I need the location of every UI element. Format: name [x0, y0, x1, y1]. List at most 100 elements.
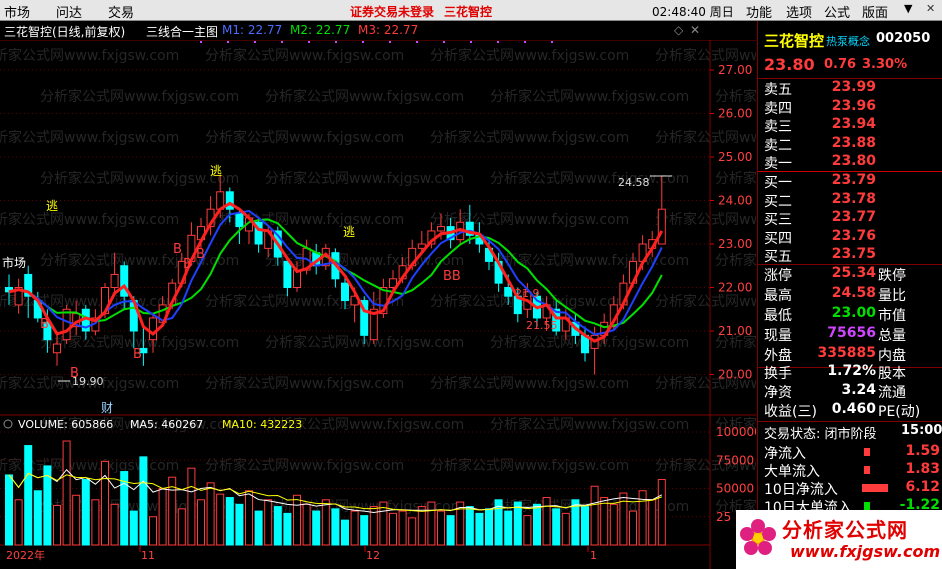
quote-concept[interactable]: 热泵概念 — [826, 33, 870, 49]
volume-bar[interactable] — [81, 478, 90, 546]
volume-bar[interactable] — [158, 488, 167, 546]
volume-bar[interactable] — [72, 494, 81, 546]
volume-bar[interactable] — [485, 508, 493, 546]
candle-body[interactable] — [235, 213, 244, 228]
volume-bar[interactable] — [389, 512, 397, 546]
marker-dot — [308, 41, 310, 43]
volume-bar[interactable] — [129, 510, 138, 546]
logo-url: www.fxjgsw.com — [790, 542, 941, 561]
menu-trade[interactable]: 交易 — [108, 2, 134, 21]
volume-bar[interactable] — [14, 499, 23, 546]
indicator-name[interactable]: 三线合一主图 — [146, 23, 218, 40]
volume-bar[interactable] — [245, 490, 253, 546]
menu-function[interactable]: 功能 — [746, 2, 772, 21]
marker-dot — [524, 41, 526, 43]
volume-bar[interactable] — [523, 515, 532, 546]
dropdown-icon[interactable]: ▼ — [904, 2, 912, 15]
volume-bar[interactable] — [350, 510, 359, 546]
close-indicator-icon[interactable]: ✕ — [690, 23, 700, 37]
menu-layout[interactable]: 版面 — [862, 2, 888, 21]
stat2-row-1-value: 3.24 — [841, 382, 876, 398]
candle-body[interactable] — [53, 343, 61, 354]
volume-bar[interactable] — [101, 460, 109, 546]
volume-bar[interactable] — [379, 501, 388, 546]
bid-row-5-label: 买五 — [764, 249, 792, 265]
volume-bar[interactable] — [398, 510, 407, 546]
volume-bar[interactable] — [149, 516, 157, 546]
volume-bar[interactable] — [254, 510, 263, 546]
volume-bar[interactable] — [657, 478, 666, 546]
volume-bar[interactable] — [542, 497, 551, 546]
volume-bar[interactable] — [120, 471, 129, 546]
volume-bar[interactable] — [581, 506, 589, 546]
volume-bar[interactable] — [331, 508, 340, 546]
volume-bar[interactable] — [62, 440, 71, 546]
volume-bar[interactable] — [648, 499, 657, 546]
volume-bar[interactable] — [513, 501, 522, 546]
candle-body[interactable] — [341, 282, 349, 302]
volume-bar[interactable] — [600, 497, 609, 546]
volume-bar[interactable] — [561, 512, 570, 546]
volume-bar[interactable] — [273, 506, 282, 546]
volume-bar[interactable] — [235, 503, 244, 546]
volume-bar[interactable] — [341, 519, 349, 546]
menu-formula[interactable]: 公式 — [824, 2, 850, 21]
volume-bar[interactable] — [216, 493, 225, 546]
volume-bar[interactable] — [24, 445, 33, 546]
diamond-icon[interactable]: ◇ — [674, 23, 683, 37]
volume-bar[interactable] — [321, 499, 330, 546]
candle-body[interactable] — [283, 260, 292, 288]
candle-body[interactable] — [149, 317, 157, 341]
menu-wenda[interactable]: 问达 — [56, 2, 82, 21]
menu-market[interactable]: 市场 — [4, 2, 30, 21]
candle-body[interactable] — [657, 208, 666, 245]
volume-bar[interactable] — [53, 504, 61, 546]
volume-bar[interactable] — [360, 515, 369, 546]
volume-bar[interactable] — [91, 499, 100, 546]
volume-bar[interactable] — [629, 510, 637, 546]
volume-bar[interactable] — [139, 456, 148, 546]
volume-bar[interactable] — [590, 485, 599, 546]
stat-row-3-label: 现量 — [764, 328, 792, 344]
volume-bar[interactable] — [302, 503, 311, 546]
volume-bar[interactable] — [33, 490, 42, 546]
volume-bar[interactable] — [312, 510, 321, 546]
volume-bar[interactable] — [293, 494, 301, 546]
candlestick-chart[interactable]: 分析家公式网www.fxjgsw.com 分析家公式网www.fxjgsw.com… — [0, 40, 756, 569]
candle-body[interactable] — [110, 273, 119, 288]
candle-body[interactable] — [62, 308, 71, 341]
logo-text: 分析家公式网 — [782, 518, 908, 542]
volume-bar[interactable] — [43, 465, 52, 546]
volume-bar[interactable] — [417, 506, 426, 546]
volume-bar[interactable] — [504, 510, 513, 546]
volume-bar[interactable] — [5, 474, 13, 546]
volume-bar[interactable] — [552, 508, 561, 546]
close-icon[interactable]: ✕ — [926, 2, 935, 15]
login-warning[interactable]: 证券交易未登录 — [350, 3, 434, 20]
volume-bar[interactable] — [533, 503, 541, 546]
marker-dot — [362, 41, 364, 43]
volume-bar[interactable] — [609, 503, 618, 546]
volume-bar[interactable] — [283, 512, 292, 546]
volume-bar[interactable] — [197, 499, 205, 546]
volume-bar[interactable] — [408, 517, 417, 546]
volume-bar[interactable] — [465, 506, 474, 546]
volume-settings-icon[interactable] — [3, 419, 13, 429]
volume-bar[interactable] — [475, 512, 484, 546]
volume-bar[interactable] — [206, 482, 215, 546]
menu-option[interactable]: 选项 — [786, 2, 812, 21]
ask-row-2-value: 23.88 — [831, 134, 876, 151]
volume-bar[interactable] — [225, 497, 234, 546]
volume-bar[interactable] — [187, 467, 196, 546]
stat-row-1-label: 最高 — [764, 288, 792, 304]
candle-body[interactable] — [504, 287, 513, 297]
watermark: 分析家公式网www.fxjgsw.com — [655, 293, 756, 310]
volume-ma10: MA10: 432223 — [222, 418, 302, 431]
volume-bar[interactable] — [427, 501, 436, 546]
volume-bar[interactable] — [177, 508, 186, 546]
volume-bar[interactable] — [110, 503, 119, 546]
volume-bar[interactable] — [264, 499, 273, 546]
volume-bar[interactable] — [446, 515, 455, 546]
volume-bar[interactable] — [437, 510, 445, 546]
candle-body[interactable] — [437, 226, 445, 232]
